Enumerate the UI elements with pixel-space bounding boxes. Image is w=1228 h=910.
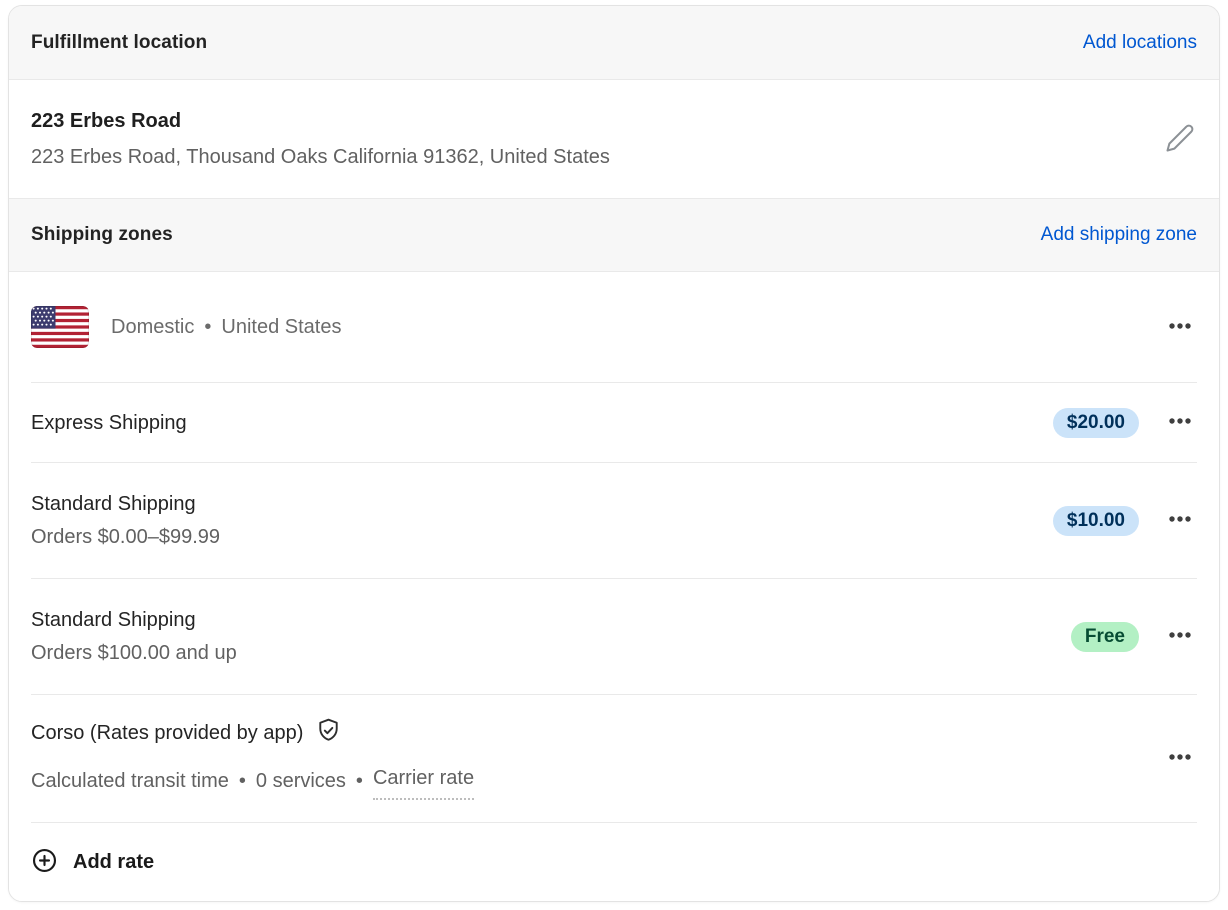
zone-name: Domestic [111, 316, 194, 339]
rate-name: Standard Shipping [31, 604, 237, 636]
zone-menu-button[interactable] [1163, 309, 1197, 346]
rate-menu-button[interactable] [1163, 502, 1197, 539]
shield-check-icon [315, 717, 342, 749]
zone-row-domestic: Domestic • United States [9, 272, 1219, 382]
rate-menu-button[interactable] [1163, 618, 1197, 655]
horizontal-dots-icon [1165, 620, 1195, 653]
edit-location-button[interactable] [1163, 121, 1197, 158]
rate-info: Corso (Rates provided by app) Calculated… [31, 717, 474, 800]
shipping-zones-header: Shipping zones Add shipping zone [9, 198, 1219, 272]
app-rate-title-line: Corso (Rates provided by app) [31, 717, 474, 749]
fulfillment-location-header: Fulfillment location Add locations [9, 6, 1219, 80]
rate-actions [1163, 740, 1197, 777]
location-info: 223 Erbes Road 223 Erbes Road, Thousand … [31, 103, 610, 175]
rate-name: Express Shipping [31, 407, 187, 439]
rate-actions: Free [1071, 618, 1197, 655]
rate-row-corso-app: Corso (Rates provided by app) Calculated… [9, 695, 1219, 822]
carrier-rate-term[interactable]: Carrier rate [373, 761, 474, 800]
rate-info: Standard Shipping Orders $100.00 and up [31, 604, 237, 670]
bullet: • [356, 764, 363, 798]
horizontal-dots-icon [1165, 311, 1195, 344]
rate-name: Standard Shipping [31, 488, 220, 520]
add-locations-link[interactable]: Add locations [1083, 32, 1197, 54]
free-badge: Free [1071, 622, 1139, 652]
add-rate-button[interactable]: Add rate [9, 823, 1219, 902]
location-name: 223 Erbes Road [31, 103, 610, 139]
rate-row-express: Express Shipping $20.00 [9, 383, 1219, 462]
price-badge: $20.00 [1053, 408, 1139, 438]
app-rate-name: Corso (Rates provided by app) [31, 717, 303, 749]
pencil-icon [1165, 123, 1195, 156]
rate-condition: Orders $0.00–$99.99 [31, 520, 220, 554]
location-address: 223 Erbes Road, Thousand Oaks California… [31, 139, 610, 175]
us-flag-icon [31, 306, 89, 348]
app-rate-details: Calculated transit time • 0 services • C… [31, 761, 474, 800]
horizontal-dots-icon [1165, 504, 1195, 537]
rate-row-standard-2: Standard Shipping Orders $100.00 and up … [9, 579, 1219, 694]
bullet: • [239, 764, 246, 798]
zone-region: United States [221, 316, 341, 339]
zone-bullet: • [204, 316, 211, 339]
rate-info: Express Shipping [31, 407, 187, 439]
price-badge: $10.00 [1053, 506, 1139, 536]
horizontal-dots-icon [1165, 742, 1195, 775]
add-shipping-zone-link[interactable]: Add shipping zone [1041, 224, 1197, 246]
shipping-zones-title: Shipping zones [31, 224, 173, 246]
rate-row-standard-1: Standard Shipping Orders $0.00–$99.99 $1… [9, 463, 1219, 578]
rate-menu-button[interactable] [1163, 404, 1197, 441]
transit-time-text: Calculated transit time [31, 764, 229, 798]
zone-label: Domestic • United States [111, 316, 341, 339]
services-count-text: 0 services [256, 764, 346, 798]
rate-condition: Orders $100.00 and up [31, 636, 237, 670]
location-row: 223 Erbes Road 223 Erbes Road, Thousand … [9, 80, 1219, 198]
rate-actions: $20.00 [1053, 404, 1197, 441]
fulfillment-location-title: Fulfillment location [31, 32, 207, 54]
add-rate-label: Add rate [73, 851, 154, 874]
rate-info: Standard Shipping Orders $0.00–$99.99 [31, 488, 220, 554]
rate-actions: $10.00 [1053, 502, 1197, 539]
shipping-settings-card: Fulfillment location Add locations 223 E… [8, 5, 1220, 902]
plus-circle-icon [31, 847, 58, 879]
rate-menu-button[interactable] [1163, 740, 1197, 777]
horizontal-dots-icon [1165, 406, 1195, 439]
